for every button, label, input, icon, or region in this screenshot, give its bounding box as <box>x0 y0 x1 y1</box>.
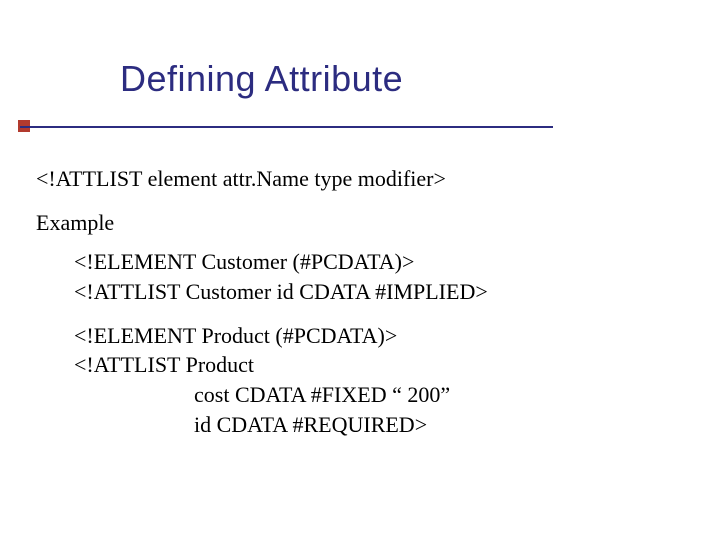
content-area: <!ATTLIST element attr.Name type modifie… <box>36 164 676 454</box>
code-line: <!ATTLIST Product <box>74 350 676 380</box>
code-line: <!ELEMENT Product (#PCDATA)> <box>74 321 676 351</box>
example-block-customer: <!ELEMENT Customer (#PCDATA)> <!ATTLIST … <box>36 247 676 306</box>
title-underline <box>20 126 553 128</box>
example-label: Example <box>36 208 676 238</box>
example-block-product: <!ELEMENT Product (#PCDATA)> <!ATTLIST P… <box>36 321 676 440</box>
code-line: cost CDATA #FIXED “ 200” <box>194 380 676 410</box>
code-line: <!ELEMENT Customer (#PCDATA)> <box>74 247 676 277</box>
slide-title: Defining Attribute <box>120 58 403 100</box>
code-line: <!ATTLIST Customer id CDATA #IMPLIED> <box>74 277 676 307</box>
code-line: id CDATA #REQUIRED> <box>194 410 676 440</box>
syntax-line: <!ATTLIST element attr.Name type modifie… <box>36 164 676 194</box>
slide: Defining Attribute <!ATTLIST element att… <box>0 0 720 540</box>
